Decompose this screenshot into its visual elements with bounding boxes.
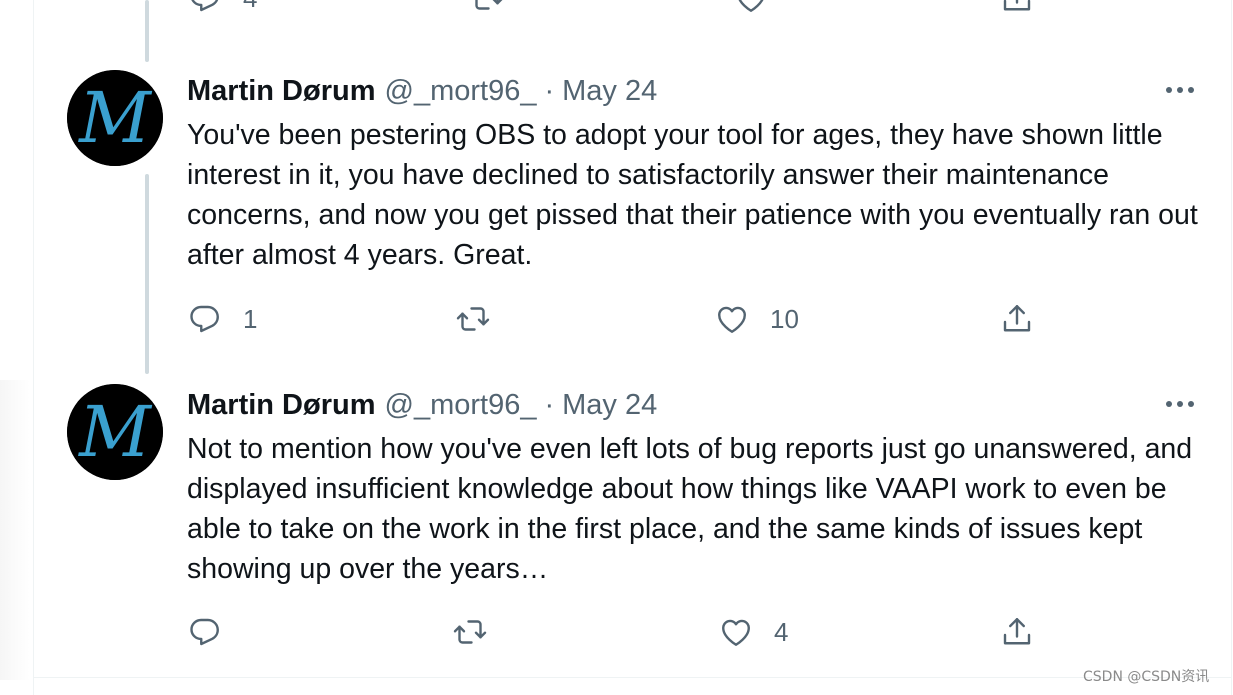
retweet-icon [453, 620, 487, 644]
separator-dot: · [544, 388, 555, 421]
author-handle[interactable]: @_mort96_ [385, 389, 537, 422]
retweet-icon [456, 307, 490, 331]
heart-icon [738, 0, 764, 12]
like-count: 4 [774, 616, 789, 647]
like-button[interactable] [733, 0, 769, 18]
tweet-header: Martin Dørum @_mort96_ · May 24 [187, 74, 657, 108]
tweet-text: Not to mention how you've even left lots… [187, 433, 1193, 585]
avatar[interactable]: M [67, 70, 163, 166]
retweet-button[interactable] [452, 612, 488, 652]
avatar[interactable]: M [67, 384, 163, 480]
reply-count: 1 [243, 303, 258, 334]
svg-text:M: M [77, 77, 153, 159]
more-options-button[interactable] [1162, 78, 1198, 102]
retweet-button[interactable] [469, 0, 505, 18]
avatar-logo-icon: M [67, 384, 163, 480]
tweet-text: You've been pestering OBS to adopt your … [187, 119, 1198, 271]
reply-icon [190, 618, 219, 646]
more-icon [1166, 401, 1194, 407]
tweet-date[interactable]: May 24 [562, 389, 657, 422]
reply-icon [191, 0, 219, 12]
thread-connector-line [145, 0, 149, 62]
share-button[interactable] [999, 299, 1035, 339]
reply-button[interactable]: 4 [187, 0, 257, 18]
reply-icon [190, 305, 219, 333]
share-icon [1003, 618, 1031, 645]
watermark: CSDN @CSDN资讯 [1083, 669, 1210, 685]
page-edge-shadow [0, 380, 30, 680]
more-options-button[interactable] [1162, 392, 1198, 416]
thread-connector-line [145, 174, 149, 374]
more-icon [1166, 87, 1194, 93]
author-handle[interactable]: @_mort96_ [385, 75, 537, 108]
retweet-icon [475, 0, 503, 10]
share-button[interactable] [999, 0, 1035, 18]
share-icon [1003, 0, 1031, 11]
divider [34, 677, 1231, 678]
reply-count: 4 [243, 0, 257, 14]
tweet-date[interactable]: May 24 [562, 75, 657, 108]
like-button[interactable]: 4 [718, 612, 788, 652]
reply-button[interactable] [187, 612, 223, 652]
separator-dot: · [544, 74, 555, 107]
avatar-logo-icon: M [67, 70, 163, 166]
heart-icon [718, 306, 746, 333]
tweet-thread-column: 4 M Martin Dørum @_mort96_ · May 24 Yo [33, 0, 1232, 695]
tweet-header: Martin Dørum @_mort96_ · May 24 [187, 388, 657, 422]
author-name[interactable]: Martin Dørum [187, 75, 376, 108]
reply-button[interactable]: 1 [187, 299, 257, 339]
heart-icon [722, 619, 750, 646]
retweet-button[interactable] [455, 299, 491, 339]
like-count: 10 [770, 303, 799, 334]
share-icon [1003, 305, 1031, 332]
author-name[interactable]: Martin Dørum [187, 389, 376, 422]
share-button[interactable] [999, 612, 1035, 652]
svg-text:M: M [77, 391, 153, 473]
like-button[interactable]: 10 [714, 299, 799, 339]
